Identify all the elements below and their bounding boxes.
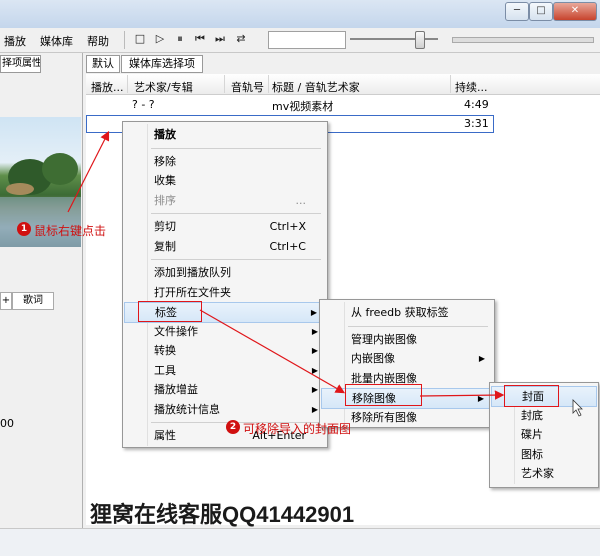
annotation-remove-cover: 可移除导入的封面图 [243,422,352,436]
status-bar [0,528,600,556]
step-badge-2: 2 [226,420,240,434]
annotation-right-click: 鼠标右键点击 [34,224,107,238]
watermark: 狸窝在线客服QQ41442901 [90,497,354,529]
watermark-text: 狸窝在线客服 [90,502,223,528]
step-badge-1: 1 [17,222,31,236]
watermark-qq: QQ41442901 [222,502,355,527]
annotation-arrows [67,130,583,417]
